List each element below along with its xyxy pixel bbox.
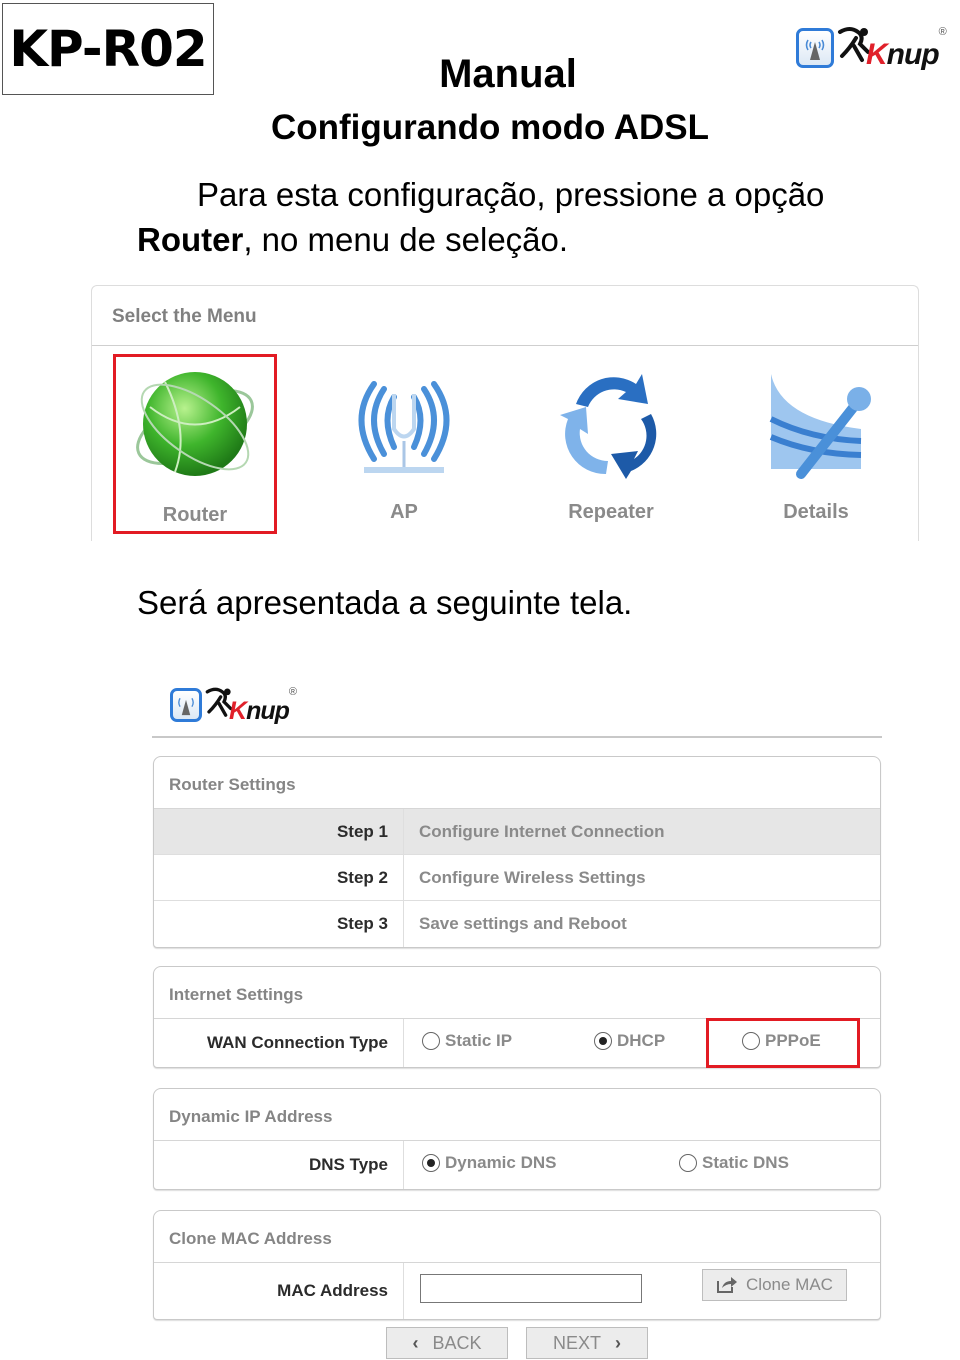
menu-item-repeater[interactable]: Repeater — [529, 354, 693, 534]
select-menu-panel: Select the Menu Router AP Repeater Detai… — [91, 285, 919, 541]
header-divider — [152, 736, 882, 738]
step-row-1[interactable]: Step 1 Configure Internet Connection — [154, 809, 880, 855]
registered-mark: ® — [288, 686, 297, 698]
back-button[interactable]: ‹ BACK — [386, 1327, 508, 1359]
wifi-tower-icon — [796, 28, 834, 68]
antenna-icon — [322, 354, 486, 494]
menu-item-label: AP — [390, 501, 418, 523]
dns-type-label: DNS Type — [154, 1141, 404, 1189]
dynamic-ip-heading: Dynamic IP Address — [154, 1089, 880, 1141]
radio-dynamic-dns[interactable]: Dynamic DNS — [422, 1153, 556, 1173]
menu-item-router[interactable]: Router — [113, 354, 277, 534]
menu-item-ap[interactable]: AP — [322, 354, 486, 534]
menu-item-details[interactable]: Details — [734, 354, 898, 534]
intro-paragraph: Para esta configuração, pressione a opçã… — [137, 176, 825, 258]
menu-item-label: Repeater — [568, 501, 654, 523]
menu-item-label: Router — [162, 504, 228, 526]
brand-wordmark: Knup — [229, 697, 290, 725]
pppoe-highlight-box — [706, 1018, 860, 1068]
clone-mac-button[interactable]: Clone MAC — [702, 1269, 847, 1301]
brand-logo-header: Knup ® — [796, 26, 947, 72]
wifi-tower-icon — [170, 688, 202, 722]
mac-address-label: MAC Address — [154, 1263, 404, 1319]
dynamic-ip-card: Dynamic IP Address DNS Type Dynamic DNS … — [153, 1088, 881, 1190]
radio-dhcp[interactable]: DHCP — [594, 1031, 665, 1051]
clone-mac-card: Clone MAC Address MAC Address Clone MAC — [153, 1210, 881, 1320]
router-emphasis: Router — [137, 221, 244, 258]
chevron-right-icon: › — [615, 1332, 621, 1353]
internet-settings-heading: Internet Settings — [154, 967, 880, 1019]
router-settings-heading: Router Settings — [154, 757, 880, 809]
brand-wordmark: Knup — [866, 38, 940, 71]
brand-logo-router-ui: Knup ® — [170, 686, 297, 726]
radio-static-dns[interactable]: Static DNS — [679, 1153, 789, 1173]
step-row-2[interactable]: Step 2 Configure Wireless Settings — [154, 855, 880, 901]
repeat-arrows-icon — [529, 354, 693, 494]
step-row-3[interactable]: Step 3 Save settings and Reboot — [154, 901, 880, 947]
globe-icon — [116, 357, 274, 497]
wan-connection-label: WAN Connection Type — [154, 1019, 404, 1067]
mac-address-input[interactable] — [420, 1274, 642, 1303]
chevron-left-icon: ‹ — [412, 1332, 419, 1353]
share-icon — [717, 1277, 738, 1293]
select-menu-heading: Select the Menu — [92, 286, 918, 346]
radio-static-ip[interactable]: Static IP — [422, 1031, 512, 1051]
document-subtitle: Configurando modo ADSL — [270, 108, 710, 147]
menu-item-label: Details — [783, 501, 849, 523]
next-button[interactable]: NEXT › — [526, 1327, 648, 1359]
follow-up-text: Será apresentada a seguinte tela. — [137, 584, 633, 621]
registered-mark: ® — [938, 26, 947, 38]
tools-icon — [734, 354, 898, 494]
router-settings-card: Router Settings Step 1 Configure Interne… — [153, 756, 881, 948]
clone-mac-heading: Clone MAC Address — [154, 1211, 880, 1263]
